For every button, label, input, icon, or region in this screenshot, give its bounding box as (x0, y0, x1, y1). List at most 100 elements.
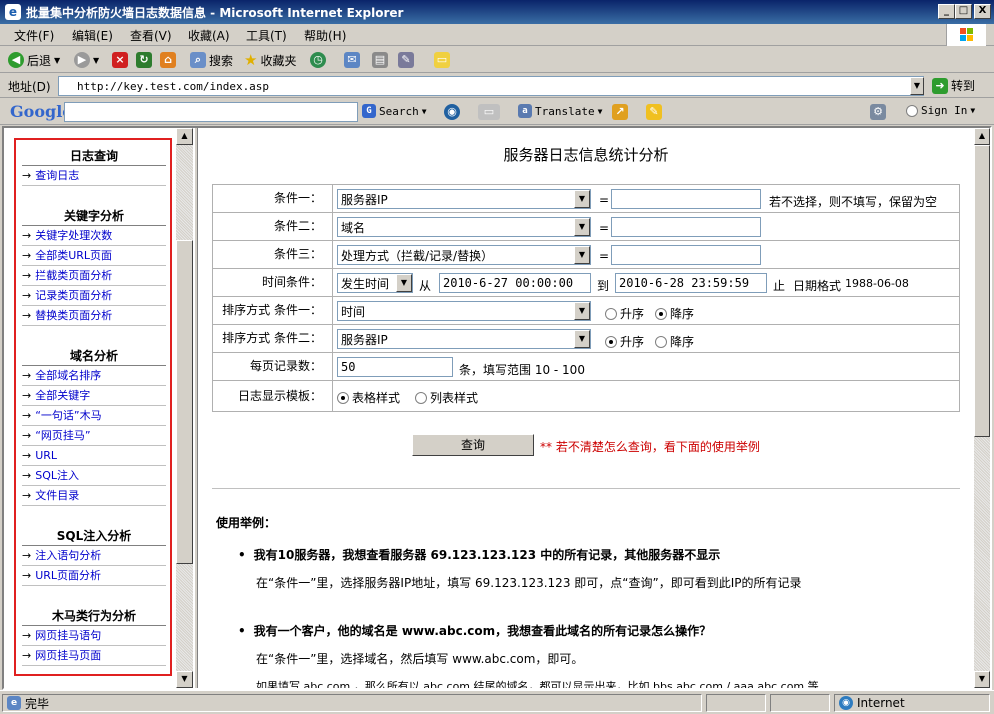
nav-item-sql-injection[interactable]: → SQL注入 (22, 466, 166, 486)
stop-icon[interactable]: × (112, 52, 128, 68)
nav-link[interactable]: SQL注入 (35, 469, 79, 482)
wrench-icon[interactable]: ⚙ (870, 104, 886, 120)
menu-file[interactable]: 文件(F) (14, 27, 54, 44)
globe-icon[interactable]: ◉ (444, 104, 460, 120)
close-button[interactable]: X (974, 4, 991, 19)
cond3-input[interactable] (611, 245, 761, 265)
refresh-icon[interactable]: ↻ (136, 52, 152, 68)
sort1-asc-radio[interactable]: 升序 (605, 305, 644, 322)
minimize-button[interactable]: _ (938, 4, 955, 19)
time-end-input[interactable]: 2010-6-28 23:59:59 (615, 273, 767, 293)
nav-item-keyword-count[interactable]: → 关键字处理次数 (22, 226, 166, 246)
google-search-button[interactable]: G Search ▼ (362, 104, 427, 118)
nav-link[interactable]: URL (35, 449, 57, 462)
nav-item-record-page[interactable]: → 记录类页面分析 (22, 286, 166, 306)
menu-help[interactable]: 帮助(H) (304, 27, 346, 44)
time-start-input[interactable]: 2010-6-27 00:00:00 (439, 273, 591, 293)
sort2-asc-radio[interactable]: 升序 (605, 333, 644, 350)
time-select-value: 发生时间 (341, 277, 390, 291)
menu-tools[interactable]: 工具(T) (246, 27, 287, 44)
nav-item-all-keywords[interactable]: → 全部关键字 (22, 386, 166, 406)
home-icon[interactable]: ⌂ (160, 52, 176, 68)
nav-link[interactable]: 全部类URL页面 (35, 249, 112, 262)
nav-item-query-log[interactable]: → 查询日志 (22, 166, 166, 186)
query-button[interactable]: 查询 (412, 434, 534, 456)
nav-link[interactable]: 注入语句分析 (35, 549, 101, 562)
favorites-button[interactable]: ★ 收藏夹 (244, 51, 296, 69)
popup-blocker-icon[interactable]: ▭ (478, 104, 500, 120)
nav-item-file-dir[interactable]: → 文件目录 (22, 486, 166, 506)
print-icon[interactable]: ▤ (372, 52, 388, 68)
go-button[interactable]: ➜ 转到 (932, 77, 975, 94)
sort2-desc-radio[interactable]: 降序 (655, 333, 694, 350)
google-search-input[interactable] (64, 102, 358, 122)
nav-link[interactable]: 替换类页面分析 (35, 309, 112, 322)
scroll-up-icon[interactable]: ▲ (176, 128, 193, 145)
nav-link[interactable]: 全部关键字 (35, 389, 90, 402)
template-list-radio[interactable]: 列表样式 (415, 389, 478, 406)
send-to-icon[interactable]: ↗ (612, 104, 628, 120)
nav-link[interactable]: 全部域名排序 (35, 369, 101, 382)
sort2-select[interactable]: 服务器IP ▼ (337, 329, 591, 349)
nav-link[interactable]: 关键字处理次数 (35, 229, 112, 242)
sign-in-button[interactable]: Sign In ▼ (906, 104, 975, 117)
main-scrollbar[interactable]: ▲ ▼ (974, 128, 990, 688)
nav-item-trojan-page[interactable]: → 网页挂马页面 (22, 646, 166, 666)
nav-link[interactable]: “一句话”木马 (35, 409, 101, 422)
cond2-select[interactable]: 域名 ▼ (337, 217, 591, 237)
nav-link[interactable]: “网页挂马” (35, 429, 90, 442)
cond3-select[interactable]: 处理方式（拦截/记录/替换） ▼ (337, 245, 591, 265)
cond2-input[interactable] (611, 217, 761, 237)
browser-content: 日志查询 → 查询日志 关键字分析 → 关键字处理次数 → 全部类URL页面 → 拦截类… (2, 126, 992, 690)
sort1-desc-radio[interactable]: 降序 (655, 305, 694, 322)
mail-icon[interactable]: ✉ (344, 52, 360, 68)
main-scroll-thumb[interactable] (974, 145, 990, 437)
search-button[interactable]: ⌕ 搜索 (190, 51, 233, 69)
edit-icon[interactable]: ✎ (398, 52, 414, 68)
menu-favorites[interactable]: 收藏(A) (188, 27, 230, 44)
menu-edit[interactable]: 编辑(E) (72, 27, 113, 44)
nav-link[interactable]: 拦截类页面分析 (35, 269, 112, 282)
address-input[interactable]: http://key.test.com/index.asp (58, 76, 924, 96)
radio-icon (337, 391, 349, 404)
scroll-down-icon[interactable]: ▼ (176, 671, 193, 688)
nav-link[interactable]: 记录类页面分析 (35, 289, 112, 302)
cond1-input[interactable] (611, 189, 761, 209)
nav-link[interactable]: 查询日志 (35, 169, 79, 182)
google-search-label: Search (379, 104, 419, 118)
menu-view[interactable]: 查看(V) (130, 27, 172, 44)
translate-button[interactable]: a Translate ▼ (518, 104, 602, 118)
nav-item-url-page[interactable]: → URL页面分析 (22, 566, 166, 586)
nav-item-all-url[interactable]: → 全部类URL页面 (22, 246, 166, 266)
nav-item-trojan-stmt[interactable]: → 网页挂马语句 (22, 626, 166, 646)
address-dropdown-icon[interactable]: ▼ (910, 77, 924, 95)
time-select[interactable]: 发生时间 ▼ (337, 273, 413, 293)
nav-link[interactable]: URL页面分析 (35, 569, 101, 582)
scroll-down-icon[interactable]: ▼ (974, 671, 990, 688)
forward-button[interactable]: ▶ ▼ (74, 51, 99, 69)
nav-link[interactable]: 文件目录 (35, 489, 79, 502)
nav-link[interactable]: 网页挂马页面 (35, 649, 101, 662)
nav-item-domain-sort[interactable]: → 全部域名排序 (22, 366, 166, 386)
template-table-radio[interactable]: 表格样式 (337, 389, 400, 406)
left-scroll-thumb[interactable] (176, 240, 193, 564)
nav-item-url[interactable]: → URL (22, 446, 166, 466)
highlight-icon[interactable]: ✎ (646, 104, 662, 120)
cond1-select[interactable]: 服务器IP ▼ (337, 189, 591, 209)
scroll-up-icon[interactable]: ▲ (974, 128, 990, 145)
nav-item-web-trojan[interactable]: → “网页挂马” (22, 426, 166, 446)
nav-item-block-page[interactable]: → 拦截类页面分析 (22, 266, 166, 286)
nav-item-one-line-trojan[interactable]: → “一句话”木马 (22, 406, 166, 426)
perpage-input[interactable]: 50 (337, 357, 453, 377)
nav-item-injection-stmt[interactable]: → 注入语句分析 (22, 546, 166, 566)
nav-link[interactable]: 网页挂马语句 (35, 629, 101, 642)
go-arrow-icon: ➜ (932, 77, 948, 94)
back-button[interactable]: ◀ 后退 ▼ (8, 51, 60, 69)
maximize-button[interactable]: □ (955, 4, 972, 19)
sort2-label: 排序方式 条件二： (213, 325, 333, 352)
history-icon[interactable]: ◷ (310, 52, 326, 68)
left-scrollbar[interactable]: ▲ ▼ (176, 128, 193, 688)
sort1-select[interactable]: 时间 ▼ (337, 301, 591, 321)
messenger-icon[interactable]: ▭ (434, 52, 450, 68)
nav-item-replace-page[interactable]: → 替换类页面分析 (22, 306, 166, 326)
